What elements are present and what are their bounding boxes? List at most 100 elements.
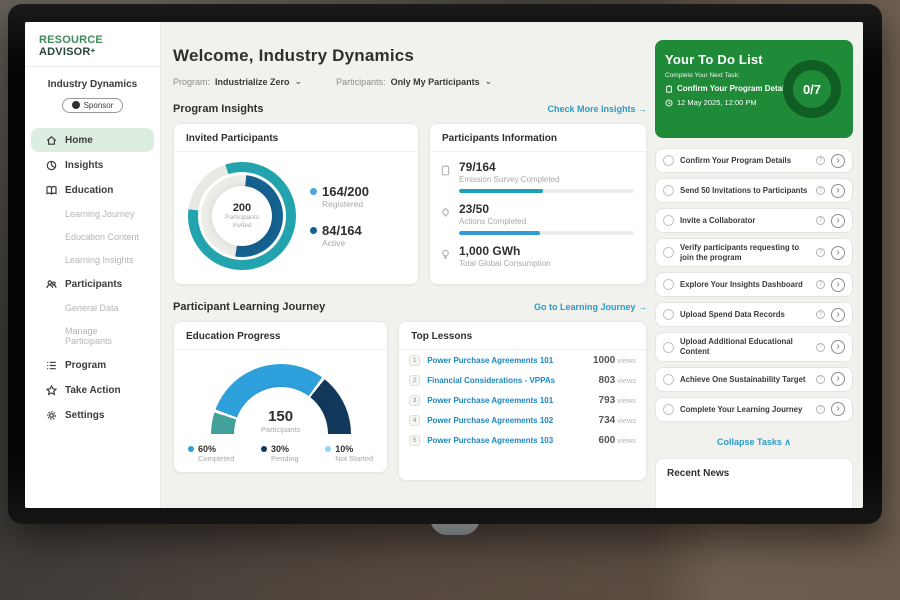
task-open-button[interactable]: ›	[831, 402, 845, 416]
task-open-button[interactable]: ›	[831, 308, 845, 322]
program-filter-value[interactable]: Industrialize Zero	[215, 77, 290, 87]
task-row-verify-participants-requesting-to-join-the-program[interactable]: Verify participants requesting to join t…	[655, 238, 853, 267]
sidebar-item-settings[interactable]: Settings	[31, 403, 154, 427]
lesson-link[interactable]: Power Purchase Agreements 103	[427, 436, 591, 445]
task-label: Explore Your Insights Dashboard	[680, 280, 810, 290]
collapse-tasks-link[interactable]: Collapse Tasks ∧	[655, 437, 853, 448]
sidebar-item-learning-insights[interactable]: Learning Insights	[31, 249, 154, 271]
task-row-send-50-invitations-to-participants[interactable]: Send 50 Invitations to Participants?›	[655, 178, 853, 203]
lesson-link[interactable]: Power Purchase Agreements 101	[427, 356, 586, 365]
task-checkbox[interactable]	[663, 155, 674, 166]
views-suffix-label: views	[617, 436, 636, 445]
legend-dot	[310, 227, 317, 234]
task-row-explore-your-insights-dashboard[interactable]: Explore Your Insights Dashboard?›	[655, 272, 853, 297]
top-lessons-title: Top Lessons	[399, 322, 646, 350]
settings-icon	[45, 409, 57, 421]
gauge-legend: 60%Completed30%Pending10%Not Started	[174, 434, 387, 463]
sidebar-item-label: Participants	[65, 279, 122, 290]
legend-label: Active	[322, 238, 362, 248]
task-checkbox[interactable]	[663, 185, 674, 196]
task-open-button[interactable]: ›	[831, 184, 845, 198]
sidebar-item-participants[interactable]: Participants	[31, 272, 154, 296]
views-suffix-label: views	[617, 416, 636, 425]
sponsor-badge-label: Sponsor	[84, 101, 114, 110]
progress-bar-fill	[459, 231, 540, 235]
task-checkbox[interactable]	[663, 342, 674, 353]
sidebar-item-home[interactable]: Home	[31, 128, 154, 152]
sidebar-item-education-content[interactable]: Education Content	[31, 226, 154, 248]
task-checkbox[interactable]	[663, 374, 674, 385]
info-icon: ?	[816, 343, 825, 352]
education-progress-card: Education Progress 150 Participants 60%C…	[173, 321, 388, 473]
donut-legend-item: 84/164Active	[310, 223, 369, 248]
info-row-total-global-consumption: 1,000 GWhTotal Global Consumption	[440, 244, 634, 268]
dashboard-screen: RESOURCE ADVISOR+ Industry Dynamics Spon…	[25, 22, 863, 508]
task-row-complete-your-learning-journey[interactable]: Complete Your Learning Journey?›	[655, 397, 853, 422]
task-row-achieve-one-sustainability-target[interactable]: Achieve One Sustainability Target?›	[655, 367, 853, 392]
top-lessons-card: Top Lessons 1Power Purchase Agreements 1…	[398, 321, 647, 481]
lesson-link[interactable]: Financial Considerations - VPPAs	[427, 376, 591, 385]
sidebar-item-education[interactable]: Education	[31, 178, 154, 202]
task-checkbox[interactable]	[663, 247, 674, 258]
task-open-button[interactable]: ›	[831, 246, 845, 260]
program-insights-heading: Program Insights	[173, 103, 263, 115]
task-checkbox[interactable]	[663, 309, 674, 320]
donut-center-label: Participants Invited	[220, 214, 264, 231]
arrow-right-icon: →	[638, 302, 647, 312]
chevron-down-icon[interactable]: ⌄	[485, 76, 493, 87]
sponsor-badge[interactable]: Sponsor	[62, 98, 124, 113]
lesson-rank: 4	[409, 415, 420, 426]
chevron-down-icon[interactable]: ⌄	[295, 76, 303, 87]
sidebar-item-manage-participants[interactable]: Manage Participants	[31, 320, 154, 352]
task-open-button[interactable]: ›	[831, 278, 845, 292]
task-checkbox[interactable]	[663, 404, 674, 415]
sidebar-item-label: Education	[65, 185, 113, 196]
lesson-views: 600views	[599, 435, 636, 446]
task-open-button[interactable]: ›	[831, 154, 845, 168]
task-checkbox[interactable]	[663, 279, 674, 290]
task-label: Upload Spend Data Records	[680, 310, 810, 320]
task-open-button[interactable]: ›	[831, 372, 845, 386]
lesson-row: 2Financial Considerations - VPPAs803view…	[399, 370, 646, 390]
check-more-insights-link[interactable]: Check More Insights →	[547, 104, 647, 114]
filter-bar: Program: Industrialize Zero ⌄ Participan…	[173, 76, 647, 87]
go-to-learning-journey-link[interactable]: Go to Learning Journey →	[534, 302, 647, 312]
legend-value: 60%	[198, 444, 234, 454]
info-icon: ?	[816, 186, 825, 195]
legend-dot	[310, 188, 317, 195]
sidebar-item-take-action[interactable]: Take Action	[31, 378, 154, 402]
todo-progress-ring: 0/7	[783, 60, 841, 118]
task-label: Upload Additional Educational Content	[680, 337, 810, 356]
clock-icon	[665, 99, 673, 107]
insights-icon	[45, 159, 57, 171]
legend-dot	[188, 446, 194, 452]
legend-label: Completed	[198, 454, 234, 463]
info-label: Total Global Consumption	[459, 259, 634, 268]
task-row-invite-a-collaborator[interactable]: Invite a Collaborator?›	[655, 208, 853, 233]
task-row-confirm-your-program-details[interactable]: Confirm Your Program Details?›	[655, 148, 853, 173]
participants-filter[interactable]: Participants: Only My Participants ⌄	[336, 76, 492, 87]
info-icon: ?	[816, 375, 825, 384]
task-row-upload-spend-data-records[interactable]: Upload Spend Data Records?›	[655, 302, 853, 327]
program-filter[interactable]: Program: Industrialize Zero ⌄	[173, 76, 302, 87]
sidebar-item-learning-journey[interactable]: Learning Journey	[31, 203, 154, 225]
info-row-actions-completed: 23/50Actions Completed	[440, 202, 634, 235]
sidebar-item-general-data[interactable]: General Data	[31, 297, 154, 319]
task-open-button[interactable]: ›	[831, 214, 845, 228]
gauge-center-label: Participants	[211, 425, 351, 434]
task-checkbox[interactable]	[663, 215, 674, 226]
task-open-button[interactable]: ›	[831, 340, 845, 354]
info-icon: ?	[816, 405, 825, 414]
lesson-link[interactable]: Power Purchase Agreements 102	[427, 416, 591, 425]
lesson-row: 5Power Purchase Agreements 103600views	[399, 430, 646, 450]
task-label: Verify participants requesting to join t…	[680, 243, 810, 262]
lesson-link[interactable]: Power Purchase Agreements 101	[427, 396, 591, 405]
sidebar-item-program[interactable]: Program	[31, 353, 154, 377]
education-progress-gauge-chart: 150 Participants	[211, 364, 351, 434]
legend-value: 30%	[271, 444, 299, 454]
participants-icon	[45, 278, 57, 290]
task-row-upload-additional-educational-content[interactable]: Upload Additional Educational Content? ›	[655, 332, 853, 361]
sidebar-item-insights[interactable]: Insights	[31, 153, 154, 177]
participants-filter-value[interactable]: Only My Participants	[391, 77, 480, 87]
lesson-views: 1000views	[593, 355, 636, 366]
